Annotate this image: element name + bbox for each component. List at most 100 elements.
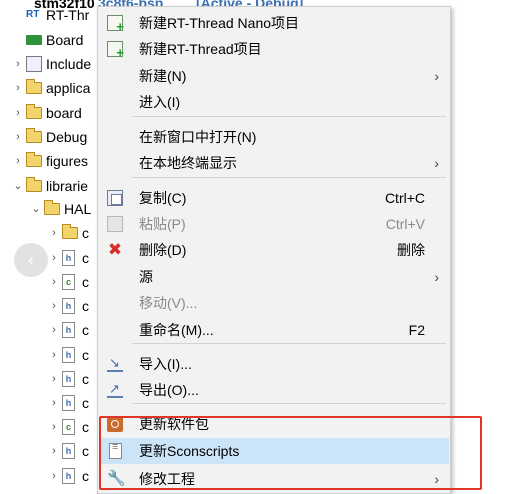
tree-item-label: applica xyxy=(46,80,91,96)
header-file-icon: h xyxy=(62,298,75,314)
menu-item-label: 新建RT-Thread Nano项目 xyxy=(139,15,300,31)
expand-chevron-icon[interactable]: ⌄ xyxy=(12,174,24,198)
menu-item-shortcut: Ctrl+V xyxy=(385,216,425,232)
menu-item[interactable]: 新建RT-Thread项目 xyxy=(99,36,449,62)
includes-icon xyxy=(26,56,42,72)
collapse-chevron-icon[interactable]: › xyxy=(48,343,60,367)
menu-item-label: 源 xyxy=(139,269,153,285)
menu-item[interactable]: 新建RT-Thread Nano项目 xyxy=(99,10,449,36)
board-icon xyxy=(26,35,42,45)
menu-item-label: 在本地终端显示 xyxy=(139,155,237,171)
menu-item-label: 导出(O)... xyxy=(139,382,199,398)
collapse-chevron-icon[interactable]: › xyxy=(48,221,60,245)
menu-item-label: 在新窗口中打开(N) xyxy=(139,129,257,145)
collapse-chevron-icon[interactable]: › xyxy=(48,246,60,270)
new-nano-project-icon xyxy=(107,15,124,34)
collapse-chevron-icon[interactable]: › xyxy=(48,391,60,415)
menu-item-label: 进入(I) xyxy=(139,94,181,110)
tree-item-label: c xyxy=(82,347,89,363)
menu-item[interactable]: 源 › xyxy=(99,264,449,290)
tree-item-label: librarie xyxy=(46,178,89,194)
collapse-chevron-icon[interactable]: › xyxy=(48,318,60,342)
collapse-chevron-icon[interactable]: › xyxy=(12,76,24,100)
tree-item-label: c xyxy=(82,443,89,459)
menu-item[interactable]: 新建(N) › xyxy=(99,63,449,89)
menu-item-shortcut: Ctrl+C xyxy=(384,190,425,206)
menu-item[interactable]: 粘贴(P) Ctrl+V xyxy=(99,211,449,237)
folder-icon xyxy=(26,128,42,143)
c-file-icon: c xyxy=(62,419,75,435)
collapse-chevron-icon[interactable]: › xyxy=(48,464,60,488)
menu-separator xyxy=(132,177,446,178)
delete-icon: ✖ xyxy=(107,240,123,259)
menu-item-shortcut: 删除 xyxy=(397,242,425,258)
collapse-chevron-icon[interactable]: › xyxy=(48,439,60,463)
new-project-icon xyxy=(107,41,124,60)
tree-item-label: c xyxy=(82,419,89,435)
tree-item-label: c xyxy=(82,371,89,387)
rt-thread-icon: RT xyxy=(26,9,40,20)
menu-item-shortcut: F2 xyxy=(408,322,425,338)
menu-item[interactable]: 导入(I)... xyxy=(99,351,449,377)
menu-item[interactable]: 进入(I) xyxy=(99,89,449,115)
header-file-icon: h xyxy=(62,347,75,363)
tree-item-label: c xyxy=(82,274,89,290)
menu-item[interactable]: 在本地终端显示 › xyxy=(99,150,449,176)
menu-item[interactable]: 导出(O)... xyxy=(99,377,449,403)
menu-item-label: 移动(V)... xyxy=(139,295,198,311)
tree-item-label: Debug xyxy=(46,129,88,145)
tree-item-label: Include xyxy=(46,56,92,72)
menu-item[interactable]: 移动(V)... xyxy=(99,290,449,316)
menu-item-label: 粘贴(P) xyxy=(139,216,186,232)
folder-icon xyxy=(26,104,42,119)
tree-item-label: board xyxy=(46,105,82,121)
collapse-chevron-icon[interactable]: › xyxy=(12,125,24,149)
collapse-chevron-icon[interactable]: › xyxy=(48,415,60,439)
menu-item-label: 导入(I)... xyxy=(139,356,192,372)
tree-item-label: RT-Thr xyxy=(46,7,90,23)
folder-icon xyxy=(62,224,78,239)
tree-item-label: c xyxy=(82,468,89,484)
header-file-icon: h xyxy=(62,468,75,484)
tree-item-label: c xyxy=(82,298,89,314)
menu-separator xyxy=(132,403,446,404)
tree-item-label: HAL xyxy=(64,201,92,217)
tree-item-label: figures xyxy=(46,153,89,169)
submenu-arrow-icon: › xyxy=(434,269,439,285)
menu-item[interactable]: 在新窗口中打开(N) xyxy=(99,124,449,150)
collapse-chevron-icon[interactable]: › xyxy=(48,367,60,391)
collapse-chevron-icon[interactable]: › xyxy=(12,52,24,76)
header-file-icon: h xyxy=(62,250,75,266)
folder-icon xyxy=(26,177,42,192)
tree-item-label: c xyxy=(82,395,89,411)
header-file-icon: h xyxy=(62,443,75,459)
menu-item[interactable]: 重命名(M)... F2 xyxy=(99,317,449,343)
tree-item-label: c xyxy=(82,250,89,266)
folder-icon xyxy=(26,79,42,94)
header-file-icon: h xyxy=(62,371,75,387)
collapse-chevron-icon[interactable]: › xyxy=(48,294,60,318)
menu-item-label: 新建RT-Thread项目 xyxy=(139,41,262,57)
menu-item[interactable]: 复制(C) Ctrl+C xyxy=(99,185,449,211)
menu-separator xyxy=(132,116,446,117)
collapse-chevron-icon[interactable]: › xyxy=(12,101,24,125)
menu-separator xyxy=(132,343,446,344)
collapse-chevron-icon[interactable]: › xyxy=(48,270,60,294)
folder-icon xyxy=(26,152,42,167)
submenu-arrow-icon: › xyxy=(434,155,439,171)
import-icon xyxy=(107,355,123,372)
folder-icon xyxy=(44,200,60,215)
expand-chevron-icon[interactable]: ⌄ xyxy=(30,197,42,221)
header-file-icon: h xyxy=(62,322,75,338)
collapse-chevron-icon[interactable]: › xyxy=(12,149,24,173)
menu-item-label: 复制(C) xyxy=(139,190,187,206)
menu-item[interactable]: ✖ 删除(D) 删除 xyxy=(99,237,449,263)
tree-item-label: c xyxy=(82,322,89,338)
export-icon xyxy=(107,381,123,398)
back-nav-icon[interactable]: ‹ xyxy=(14,243,48,277)
menu-item-label: 删除(D) xyxy=(139,242,187,258)
tree-item-label: Board xyxy=(46,32,84,48)
c-file-icon: c xyxy=(62,274,75,290)
menu-item-label: 重命名(M)... xyxy=(139,322,214,338)
header-file-icon: h xyxy=(62,395,75,411)
